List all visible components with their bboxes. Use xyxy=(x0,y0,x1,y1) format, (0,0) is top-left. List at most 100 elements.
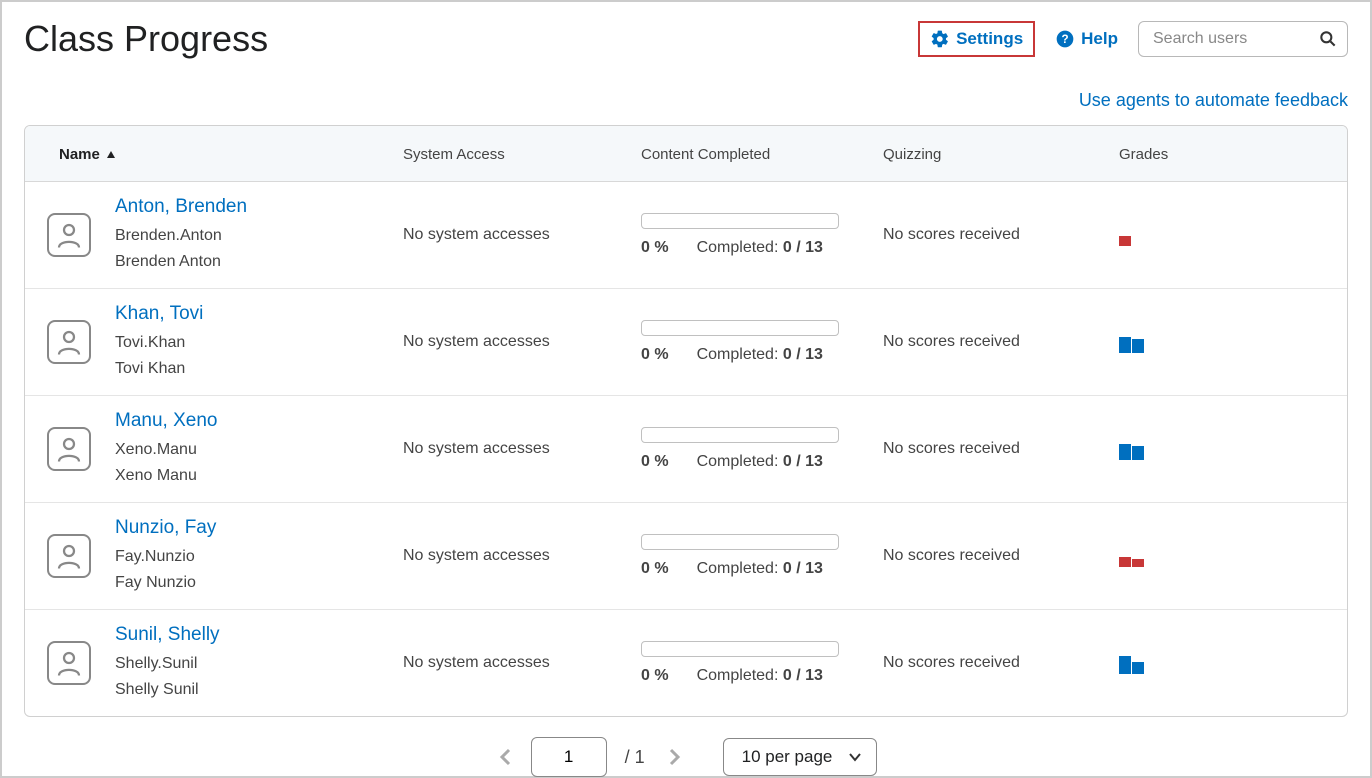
content-completed-cell: 0 % Completed: 0 / 13 xyxy=(641,641,883,685)
grade-bar xyxy=(1119,444,1131,460)
grades-cell xyxy=(1119,438,1347,460)
grades-chart xyxy=(1119,547,1347,567)
column-header-name-label: Name xyxy=(59,146,100,163)
search-input[interactable] xyxy=(1138,21,1348,57)
table-row: Manu, Xeno Xeno.ManuXeno ManuNo system ac… xyxy=(25,396,1347,503)
prev-page-button[interactable] xyxy=(495,743,517,771)
user-display-name: Shelly Sunil xyxy=(115,678,403,702)
system-access-cell: No system accesses xyxy=(403,226,641,244)
next-page-button[interactable] xyxy=(663,743,685,771)
quizzing-cell: No scores received xyxy=(883,547,1119,565)
search-icon[interactable] xyxy=(1318,29,1338,49)
progress-percent: 0 % xyxy=(641,560,669,578)
grade-bar xyxy=(1132,339,1144,353)
progress-bar xyxy=(641,534,839,550)
progress-completed: Completed: 0 / 13 xyxy=(697,239,823,257)
progress-completed: Completed: 0 / 13 xyxy=(697,667,823,685)
gear-icon xyxy=(930,29,950,49)
progress-completed: Completed: 0 / 13 xyxy=(697,453,823,471)
system-access-cell: No system accesses xyxy=(403,440,641,458)
progress-table: Name System Access Content Completed Qui… xyxy=(24,125,1348,717)
grades-cell xyxy=(1119,331,1347,353)
user-name-link[interactable]: Khan, Tovi xyxy=(115,303,403,325)
column-header-system-access: System Access xyxy=(403,146,641,163)
content-completed-cell: 0 % Completed: 0 / 13 xyxy=(641,534,883,578)
svg-text:?: ? xyxy=(1062,33,1069,46)
content-completed-cell: 0 % Completed: 0 / 13 xyxy=(641,427,883,471)
user-name-link[interactable]: Anton, Brenden xyxy=(115,196,403,218)
automate-feedback-link[interactable]: Use agents to automate feedback xyxy=(1079,90,1348,110)
grades-cell xyxy=(1119,652,1347,674)
column-header-quizzing: Quizzing xyxy=(883,146,1119,163)
quizzing-cell: No scores received xyxy=(883,440,1119,458)
user-name-link[interactable]: Sunil, Shelly xyxy=(115,624,403,646)
user-username: Xeno.Manu xyxy=(115,438,403,462)
content-completed-cell: 0 % Completed: 0 / 13 xyxy=(641,320,883,364)
progress-bar xyxy=(641,320,839,336)
avatar[interactable] xyxy=(47,534,91,578)
grades-cell xyxy=(1119,545,1347,567)
table-row: Anton, Brenden Brenden.AntonBrenden Anton… xyxy=(25,182,1347,289)
page-number-input[interactable] xyxy=(531,737,607,777)
grade-bar xyxy=(1119,656,1131,674)
system-access-cell: No system accesses xyxy=(403,547,641,565)
chevron-down-icon xyxy=(848,752,862,762)
content-completed-cell: 0 % Completed: 0 / 13 xyxy=(641,213,883,257)
system-access-cell: No system accesses xyxy=(403,333,641,351)
page-total-label: / 1 xyxy=(625,747,645,768)
table-row: Sunil, ShellyShelly.SunilShelly SunilNo … xyxy=(25,610,1347,716)
grade-bar xyxy=(1119,236,1131,246)
settings-button[interactable]: Settings xyxy=(918,21,1035,57)
user-username: Fay.Nunzio xyxy=(115,545,403,569)
user-display-name: Fay Nunzio xyxy=(115,571,403,595)
progress-percent: 0 % xyxy=(641,239,669,257)
grades-cell xyxy=(1119,224,1347,246)
progress-bar xyxy=(641,641,839,657)
column-header-grades: Grades xyxy=(1119,146,1347,163)
grade-bar xyxy=(1119,337,1131,353)
user-display-name: Tovi Khan xyxy=(115,357,403,381)
grades-chart xyxy=(1119,226,1347,246)
grades-chart xyxy=(1119,440,1347,460)
progress-percent: 0 % xyxy=(641,453,669,471)
user-username: Shelly.Sunil xyxy=(115,652,403,676)
sort-asc-icon xyxy=(106,150,116,160)
progress-bar xyxy=(641,213,839,229)
page-title: Class Progress xyxy=(24,18,268,60)
user-name-link[interactable]: Manu, Xeno xyxy=(115,410,403,432)
grade-bar xyxy=(1132,559,1144,567)
table-row: Nunzio, Fay Fay.NunzioFay NunzioNo system… xyxy=(25,503,1347,610)
per-page-select[interactable]: 10 per page xyxy=(723,738,878,776)
system-access-cell: No system accesses xyxy=(403,654,641,672)
avatar[interactable] xyxy=(47,427,91,471)
help-icon: ? xyxy=(1055,29,1075,49)
quizzing-cell: No scores received xyxy=(883,654,1119,672)
progress-percent: 0 % xyxy=(641,667,669,685)
help-button[interactable]: ? Help xyxy=(1055,29,1118,49)
progress-percent: 0 % xyxy=(641,346,669,364)
quizzing-cell: No scores received xyxy=(883,226,1119,244)
user-username: Tovi.Khan xyxy=(115,331,403,355)
column-header-content-completed: Content Completed xyxy=(641,146,883,163)
quizzing-cell: No scores received xyxy=(883,333,1119,351)
avatar[interactable] xyxy=(47,213,91,257)
progress-completed: Completed: 0 / 13 xyxy=(697,560,823,578)
grades-chart xyxy=(1119,654,1347,674)
progress-completed: Completed: 0 / 13 xyxy=(697,346,823,364)
grade-bar xyxy=(1119,557,1131,567)
help-label: Help xyxy=(1081,29,1118,49)
user-name-link[interactable]: Nunzio, Fay xyxy=(115,517,403,539)
settings-label: Settings xyxy=(956,29,1023,49)
per-page-label: 10 per page xyxy=(742,747,833,767)
user-username: Brenden.Anton xyxy=(115,224,403,248)
grade-bar xyxy=(1132,662,1144,674)
progress-bar xyxy=(641,427,839,443)
table-row: Khan, Tovi Tovi.KhanTovi KhanNo system ac… xyxy=(25,289,1347,396)
avatar[interactable] xyxy=(47,320,91,364)
user-display-name: Xeno Manu xyxy=(115,464,403,488)
column-header-name[interactable]: Name xyxy=(59,146,403,163)
user-display-name: Brenden Anton xyxy=(115,250,403,274)
grades-chart xyxy=(1119,333,1347,353)
avatar[interactable] xyxy=(47,641,91,685)
grade-bar xyxy=(1132,446,1144,460)
